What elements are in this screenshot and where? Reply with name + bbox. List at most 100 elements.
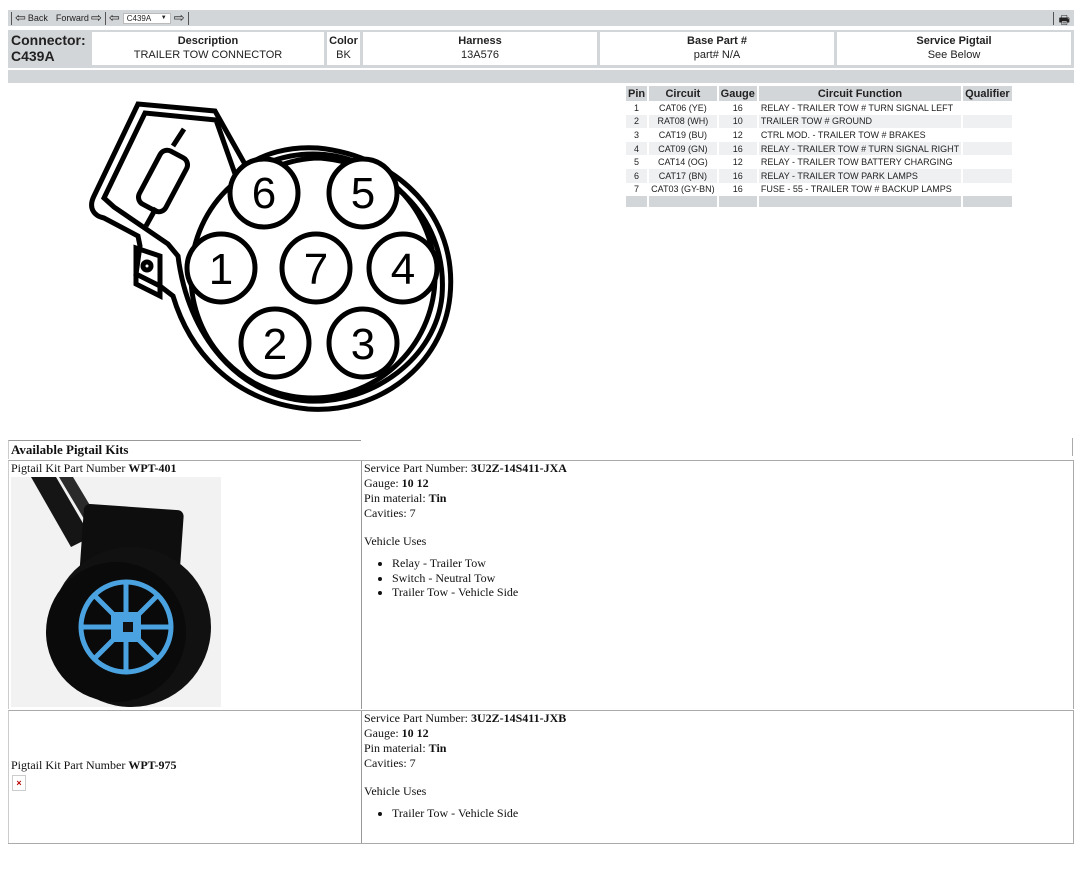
pin-cell: 4 (626, 141, 648, 156)
service-part-number: 3U2Z-14S411-JXB (470, 711, 567, 725)
column-header-pin: Pin (626, 86, 648, 101)
qualifier-cell (963, 183, 1012, 197)
arrow-left-icon: ⇦ (15, 10, 26, 25)
vehicle-uses-list: Relay - Trailer Tow Switch - Neutral Tow… (364, 556, 1073, 600)
harness-value: 13A576 (461, 49, 499, 61)
connector-select[interactable]: C439A ▼ (122, 12, 171, 24)
cavities-label: Cavities: (364, 506, 410, 520)
previous-connector-button[interactable]: ⇦ (109, 11, 120, 24)
table-row: 1 CAT06 (YE) 16 RELAY - TRAILER TOW # TU… (626, 101, 1012, 115)
function-cell: RELAY - TRAILER TOW BATTERY CHARGING (760, 157, 953, 168)
gauge-line: Gauge: 10 12 (364, 476, 1073, 491)
cavities-line: Cavities: 7 (364, 506, 1073, 521)
qualifier-cell (963, 101, 1012, 115)
base-part-cell: Base Part # part# N/A (600, 32, 834, 65)
kit-part-label: Pigtail Kit Part Number (11, 758, 129, 772)
kit-part-label: Pigtail Kit Part Number (11, 461, 129, 475)
column-header-qualifier: Qualifier (963, 86, 1012, 101)
connector-label: Connector: (11, 32, 86, 48)
qualifier-cell (963, 168, 1012, 183)
forward-label: Forward (55, 13, 89, 23)
pin-table-header: Pin Circuit Gauge Circuit Function Quali… (626, 86, 1012, 101)
circuit-cell: CAT03 (GY-BN) (651, 184, 715, 195)
gauge-line: Gauge: 10 12 (364, 726, 1073, 741)
qualifier-cell (963, 141, 1012, 156)
printer-icon[interactable]: 🖶 (1059, 11, 1070, 32)
harness-cell: Harness 13A576 (363, 32, 597, 65)
gauge-cell: 16 (718, 168, 757, 183)
base-part-heading: Base Part # (687, 35, 747, 47)
qualifier-cell (963, 155, 1012, 169)
column-header-gauge: Gauge (718, 86, 757, 101)
kit-part-number-line: Pigtail Kit Part Number WPT-975 (11, 758, 177, 773)
column-header-circuit-function: Circuit Function (758, 86, 962, 101)
function-cell: RELAY - TRAILER TOW PARK LAMPS (758, 168, 962, 183)
pin-cavity-3: 3 (326, 306, 400, 380)
connector-face-diagram: 6 5 1 7 4 2 3 (89, 101, 454, 412)
forward-button[interactable]: Forward ⇨ (55, 10, 102, 25)
service-part-label: Service Part Number: (364, 711, 471, 725)
vehicle-uses-title: Vehicle Uses (364, 534, 427, 548)
service-part-number: 3U2Z-14S411-JXA (470, 461, 567, 475)
list-item: Trailer Tow - Vehicle Side (392, 806, 1073, 821)
description-value: TRAILER TOW CONNECTOR (133, 49, 283, 61)
qualifier-cell (963, 114, 1012, 129)
pin-cell: 1 (634, 102, 640, 113)
gauge-label: Gauge: (364, 726, 402, 740)
cavities-label: Cavities: (364, 756, 410, 770)
circuit-cell: CAT17 (BN) (649, 168, 717, 183)
circuit-cell: RAT08 (WH) (649, 114, 717, 129)
chevron-down-icon: ▼ (160, 15, 167, 21)
pin-label: 4 (391, 245, 415, 294)
gauge-cell: 10 (718, 114, 757, 129)
vehicle-uses-title: Vehicle Uses (364, 784, 427, 798)
pin-cavity-4: 4 (366, 231, 440, 305)
vehicle-uses-list: Trailer Tow - Vehicle Side (364, 806, 1073, 821)
pin-label: 2 (263, 320, 287, 369)
footer-cell (649, 196, 717, 208)
gauge-cell: 12 (732, 129, 743, 140)
broken-image-icon: × (12, 775, 26, 791)
kit-part-number: WPT-401 (128, 461, 177, 475)
pigtail-kit-row: Pigtail Kit Part Number WPT-975 × Servic… (8, 710, 1074, 843)
cavities-value: 7 (409, 506, 416, 520)
gauge-label: Gauge: (364, 476, 402, 490)
gauge-cell: 12 (732, 157, 743, 168)
pin-cavity-5: 5 (326, 156, 400, 230)
footer-cell (718, 196, 757, 208)
pin-cell: 2 (626, 114, 648, 129)
gauge-cell: 16 (718, 141, 757, 156)
color-heading: Color (329, 35, 358, 47)
list-item: Switch - Neutral Tow (392, 571, 1073, 586)
arrow-right-icon: ⇨ (90, 10, 102, 25)
pin-table: Pin Circuit Gauge Circuit Function Quali… (624, 86, 1014, 208)
kit-details-cell: Service Part Number: 3U2Z-14S411-JXA Gau… (361, 461, 1073, 709)
function-cell: TRAILER TOW # GROUND (758, 114, 962, 129)
circuit-cell: CAT14 (OG) (657, 157, 708, 168)
pin-material-label: Pin material: (364, 741, 429, 755)
pin-material-label: Pin material: (364, 491, 429, 505)
color-cell: Color BK (327, 32, 360, 65)
connector-photo (11, 477, 221, 707)
toolbar-divider (11, 11, 12, 25)
pin-label: 1 (209, 245, 233, 294)
gauge-value: 10 12 (401, 726, 429, 740)
footer-cell (963, 196, 1012, 208)
table-row: 2 RAT08 (WH) 10 TRAILER TOW # GROUND (626, 114, 1012, 129)
pin-label: 7 (304, 245, 328, 294)
connector-name: C439A (11, 48, 55, 64)
kit-part-number-line: Pigtail Kit Part Number WPT-401 (9, 461, 361, 476)
table-row: 5 CAT14 (OG) 12 RELAY - TRAILER TOW BATT… (626, 155, 1012, 169)
table-row: 6 CAT17 (BN) 16 RELAY - TRAILER TOW PARK… (626, 168, 1012, 183)
footer-cell (758, 196, 962, 208)
back-button[interactable]: ⇦ Back (15, 10, 48, 25)
toolbar-divider (187, 11, 189, 25)
circuit-cell: CAT19 (BU) (658, 129, 708, 140)
footer-cell (626, 196, 648, 208)
pigtail-title-filler (360, 438, 1073, 456)
next-connector-button[interactable]: ⇨ (174, 11, 185, 24)
color-value: BK (336, 49, 351, 61)
cavities-line: Cavities: 7 (364, 756, 1073, 771)
circuit-cell: CAT06 (YE) (658, 102, 707, 113)
pin-label: 5 (351, 169, 375, 218)
